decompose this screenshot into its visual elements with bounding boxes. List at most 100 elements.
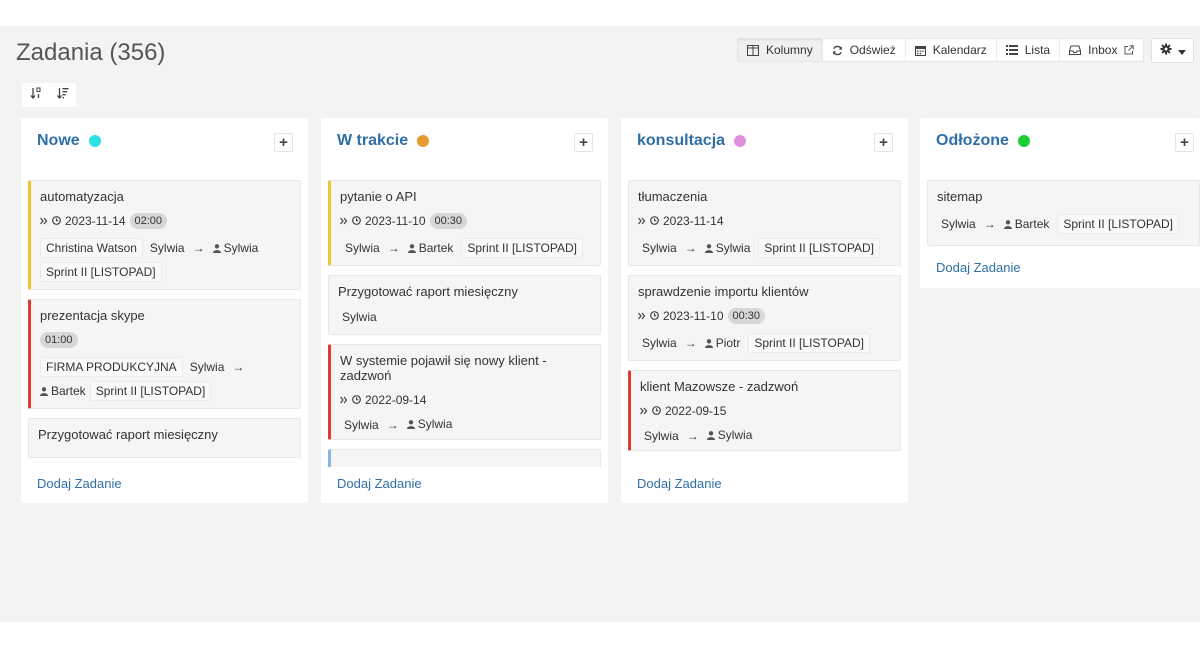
task-meta: 2023-11-14 — [638, 212, 891, 230]
column-header: W trakcie + — [321, 118, 608, 180]
task-card[interactable]: prezentacja skype 01:00 FIRMA PRODUKCYJN… — [28, 299, 301, 409]
calendar-view-button[interactable]: Kalendarz — [906, 39, 997, 61]
duration-badge: 02:00 — [129, 213, 168, 229]
task-card[interactable]: klient Mazowsze - zadzwoń 2022-09-15 Syl… — [628, 370, 901, 451]
arrow-right-icon: → — [232, 360, 245, 374]
external-link-icon — [1124, 45, 1135, 55]
task-meta: 2023-11-10 00:30 — [638, 307, 891, 325]
column-header: Odłożone + — [920, 118, 1200, 180]
arrow-right-icon: → — [386, 417, 399, 432]
double-chevron-icon — [340, 214, 348, 228]
sprint-tag[interactable]: Sprint II [LISTOPAD] — [461, 238, 583, 258]
sprint-tag[interactable]: Sprint II [LISTOPAD] — [89, 381, 212, 401]
task-details: FIRMA PRODUKCYJNA Sylwia → Bartek Sprint… — [40, 357, 291, 401]
refresh-icon — [832, 45, 843, 56]
double-chevron-icon — [638, 309, 646, 323]
task-card[interactable]: tłumaczenia 2023-11-14 Sylwia → Sylwia S… — [628, 180, 901, 266]
arrow-right-icon: → — [684, 336, 697, 350]
task-date: 2022-09-15 — [665, 404, 727, 418]
gear-icon — [1160, 42, 1172, 60]
inbox-label: Inbox — [1088, 43, 1118, 57]
arrow-right-icon: → — [686, 428, 699, 443]
add-task-link[interactable]: Dodaj Zadanie — [21, 467, 308, 503]
tasks-app: Zadania (356) Kolumny Odśwież Kalendarz … — [0, 26, 1200, 622]
list-icon — [1005, 45, 1018, 55]
sort-amount-button[interactable] — [49, 83, 76, 107]
add-card-button[interactable]: + — [274, 133, 293, 152]
column-konsultacja: konsultacja + tłumaczenia 2023-11-14 Syl… — [621, 118, 908, 503]
sort-numeric-button[interactable] — [22, 83, 49, 107]
columns-view-button[interactable]: Kolumny — [738, 39, 823, 61]
task-card[interactable]: Przygotować raport miesięczny — [28, 418, 301, 458]
task-card[interactable]: automatyzacja 2023-11-14 02:00 Christina… — [28, 180, 301, 290]
assignee: Bartek — [407, 241, 453, 256]
arrow-right-icon: → — [684, 241, 697, 255]
clock-icon — [650, 309, 659, 323]
add-card-button[interactable]: + — [874, 133, 893, 152]
sort-numeric-icon — [29, 86, 42, 104]
double-chevron-icon — [340, 393, 348, 407]
add-task-link[interactable]: Dodaj Zadanie — [621, 467, 908, 503]
task-details: Sylwia → Sylwia — [340, 417, 591, 432]
sprint-tag[interactable]: Sprint II [LISTOPAD] — [748, 333, 870, 353]
client-tag[interactable]: FIRMA PRODUKCYJNA — [40, 357, 183, 377]
status-dot — [734, 135, 747, 147]
assignee: Bartek — [40, 384, 86, 399]
task-details: Sylwia → Bartek Sprint II [LISTOPAD] — [340, 238, 591, 258]
clock-icon — [352, 214, 361, 228]
sprint-tag[interactable]: Sprint II [LISTOPAD] — [40, 262, 162, 282]
refresh-label: Odśwież — [849, 43, 896, 57]
from-user: Sylwia — [941, 217, 976, 231]
from-user: Sylwia — [642, 336, 677, 350]
columns-icon — [747, 44, 759, 56]
from-user: Sylwia — [149, 241, 185, 255]
clock-icon — [52, 214, 61, 228]
task-title: klient Mazowsze - zadzwoń — [640, 379, 799, 394]
task-title: tłumaczenia — [638, 189, 708, 204]
sprint-tag[interactable]: Sprint II [LISTOPAD] — [758, 238, 880, 258]
sprint-tag[interactable]: Sprint II [LISTOPAD] — [1057, 214, 1179, 234]
user-icon — [704, 242, 713, 256]
inbox-icon — [1069, 45, 1082, 55]
view-toolbar: Kolumny Odśwież Kalendarz Lista Inbox — [737, 38, 1145, 62]
from-user: Sylwia — [189, 360, 225, 374]
client-tag[interactable]: Christina Watson — [40, 238, 143, 258]
task-meta: 2023-11-10 00:30 — [340, 212, 591, 230]
clock-icon — [652, 404, 661, 418]
task-card[interactable]: W systemie pojawił się nowy klient - zad… — [328, 344, 601, 440]
from-user: Sylwia — [642, 241, 677, 255]
task-card[interactable]: sitemap Sylwia → Bartek Sprint II [LISTO… — [927, 180, 1200, 246]
list-view-button[interactable]: Lista — [997, 39, 1061, 61]
calendar-icon — [914, 45, 926, 56]
double-chevron-icon — [40, 214, 48, 228]
caret-down-icon — [1177, 42, 1186, 60]
task-title: automatyzacja — [40, 189, 124, 204]
from-user: Sylwia — [644, 428, 679, 443]
task-card[interactable]: Przygotować raport miesięczny Sylwia — [328, 275, 601, 335]
task-details: Sylwia — [338, 310, 591, 324]
inbox-button[interactable]: Inbox — [1060, 39, 1143, 61]
add-card-button[interactable]: + — [1175, 133, 1194, 152]
task-card[interactable]: pytanie o API 2023-11-10 00:30 Sylwia → … — [328, 180, 601, 266]
task-card-partial[interactable] — [328, 449, 601, 467]
user-icon — [40, 385, 48, 399]
task-meta: 2023-11-14 02:00 — [40, 212, 291, 230]
refresh-button[interactable]: Odśwież — [823, 39, 906, 61]
settings-dropdown-button[interactable] — [1151, 38, 1194, 63]
task-date: 2023-11-14 — [663, 214, 724, 228]
add-task-link[interactable]: Dodaj Zadanie — [920, 252, 1200, 288]
user-icon — [407, 242, 416, 256]
add-task-link[interactable]: Dodaj Zadanie — [321, 467, 608, 503]
task-details: Sylwia → Bartek Sprint II [LISTOPAD] — [937, 214, 1190, 234]
clock-icon — [352, 393, 361, 407]
assignee: Sylwia — [406, 417, 452, 432]
page-title: Zadania (356) — [16, 39, 166, 66]
list-view-label: Lista — [1024, 43, 1051, 57]
user-icon — [704, 337, 713, 351]
status-dot — [1017, 135, 1030, 147]
task-details: Christina Watson Sylwia → Sylwia Sprint … — [40, 238, 291, 282]
add-card-button[interactable]: + — [574, 133, 593, 152]
task-title: sprawdzenie importu klientów — [638, 284, 809, 299]
sort-controls — [22, 83, 76, 107]
task-card[interactable]: sprawdzenie importu klientów 2023-11-10 … — [628, 275, 901, 361]
